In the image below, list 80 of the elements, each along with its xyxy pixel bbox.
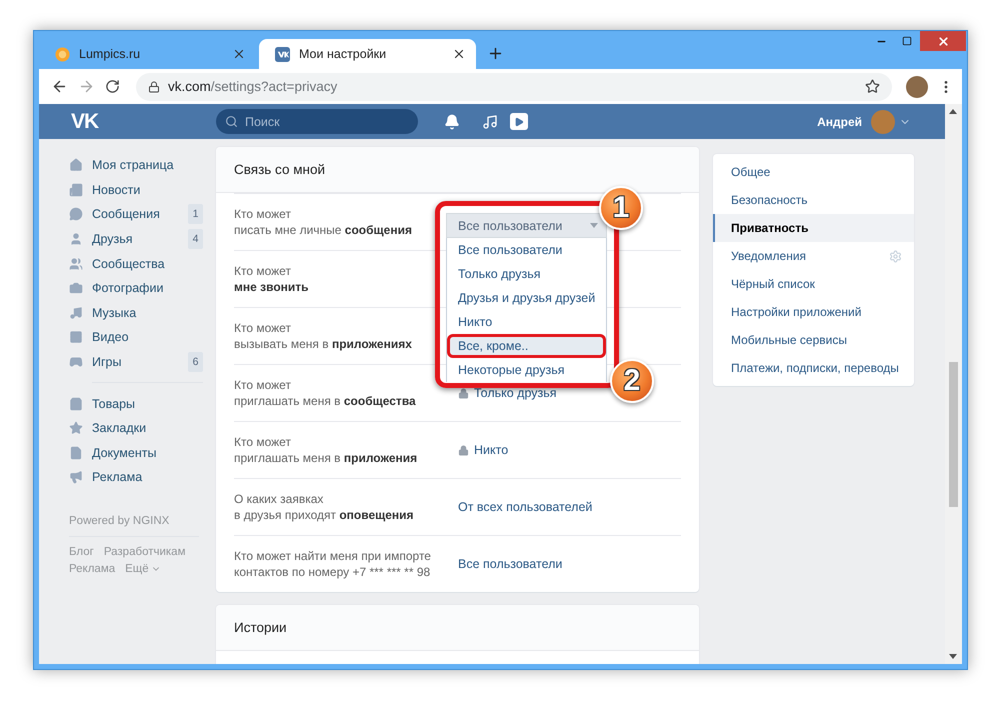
nav-item[interactable]: Моя страница: [69, 153, 203, 178]
card-title: Связь со мной: [234, 162, 325, 177]
setting-label: Кто может найти меня при импорте контактов по номеру +7 *** *** ** 98: [234, 548, 432, 580]
browser-tab[interactable]: Мои настройки: [259, 39, 476, 69]
film-icon: [69, 330, 83, 344]
music-note-icon[interactable]: [482, 114, 498, 130]
address-bar[interactable]: vk.com/settings?act=privacy: [136, 72, 892, 100]
url-host: vk.com: [168, 79, 211, 94]
setting-label: Кто может приглашать меня в приложения: [234, 434, 418, 466]
gamepad-icon: [69, 355, 83, 370]
setting-label: Кто может вызывать меня в приложениях: [234, 320, 413, 352]
document-icon: [69, 446, 83, 460]
scroll-up-icon[interactable]: [949, 109, 957, 114]
back-icon[interactable]: [51, 78, 68, 95]
bell-icon[interactable]: [444, 114, 460, 130]
search-icon: [225, 115, 238, 128]
counter: 6: [188, 352, 203, 372]
scrollbar-thumb[interactable]: [949, 362, 958, 507]
nav-item[interactable]: Новости: [69, 178, 203, 202]
shopping-bag-icon: [69, 396, 83, 411]
site-logo[interactable]: VK: [71, 110, 216, 134]
nav-item[interactable]: Товары: [69, 391, 203, 416]
powered-by-text: Powered by NGINX: [69, 514, 170, 527]
music-note-icon: [69, 306, 83, 320]
nav-item[interactable]: Фотографии: [69, 276, 203, 301]
people-icon: [69, 256, 83, 271]
home-icon: [69, 158, 83, 172]
caret-icon: [590, 223, 598, 228]
nav-item[interactable]: Видео: [69, 325, 203, 350]
counter: 1: [188, 204, 203, 224]
chat-bubble-icon: [69, 207, 83, 222]
nav-item[interactable]: Сообщения 1: [69, 202, 203, 227]
setting-value[interactable]: Только друзья: [458, 386, 557, 400]
setting-label: Кто может писать мне личные сообщения: [234, 206, 413, 238]
setting-value[interactable]: От всех пользователей: [458, 500, 592, 514]
nav-item[interactable]: Реклама: [69, 465, 203, 490]
site-favicon-icon: [55, 46, 70, 62]
search-input[interactable]: Поиск: [243, 114, 403, 130]
setting-label: Кто может мне звонить: [234, 263, 310, 295]
nav-item[interactable]: Закладки: [69, 416, 203, 441]
star-icon: [69, 421, 83, 436]
lock-icon: [458, 444, 469, 456]
site-favicon-icon: [275, 46, 290, 62]
setting-value[interactable]: Никто: [458, 443, 508, 457]
menu-item[interactable]: Приватность: [713, 214, 914, 242]
close-icon[interactable]: [452, 47, 466, 61]
setting-label: Кто может приглашать меня в сообщества: [234, 377, 417, 409]
setting-value[interactable]: Все пользователи: [458, 557, 562, 571]
lock-icon: [458, 388, 469, 398]
play-icon[interactable]: [510, 113, 528, 130]
nav-item[interactable]: Игры 6: [69, 350, 203, 374]
step-number: 2: [610, 359, 654, 403]
setting-label: О каких заявках в друзья приходят оповещения: [234, 491, 415, 523]
close-icon: [936, 34, 950, 48]
close-icon[interactable]: [232, 47, 246, 61]
dropdown-option[interactable]: Все, кроме..: [447, 334, 606, 358]
url-path: /settings?act=privacy: [210, 79, 338, 94]
user-name[interactable]: Андрей: [817, 114, 862, 128]
camera-icon: [69, 281, 83, 296]
search-field[interactable]: Поиск: [216, 109, 418, 134]
new-tab-icon[interactable]: [487, 45, 504, 62]
newspaper-icon: [69, 182, 83, 197]
megaphone-icon: [69, 470, 83, 484]
nav-item[interactable]: Друзья 4: [69, 226, 203, 252]
person-icon: [69, 232, 83, 246]
close-button[interactable]: [920, 31, 966, 51]
browser-tab[interactable]: Lumpics.ru: [39, 39, 256, 69]
maximize-icon[interactable]: [902, 36, 912, 46]
card-title: Истории: [234, 620, 287, 635]
nav-item[interactable]: Сообщества: [69, 251, 203, 276]
nav-item[interactable]: Документы: [69, 440, 203, 466]
nav-item[interactable]: Музыка: [69, 300, 203, 326]
counter: 4: [188, 229, 203, 250]
reload-icon[interactable]: [105, 79, 120, 94]
scroll-down-icon[interactable]: [949, 654, 957, 659]
scrollbar[interactable]: [945, 104, 962, 664]
profile-avatar[interactable]: [906, 76, 928, 98]
lock-icon: [148, 80, 160, 92]
privacy-dropdown[interactable]: Все пользователи: [446, 213, 607, 238]
star-icon[interactable]: [865, 79, 880, 94]
